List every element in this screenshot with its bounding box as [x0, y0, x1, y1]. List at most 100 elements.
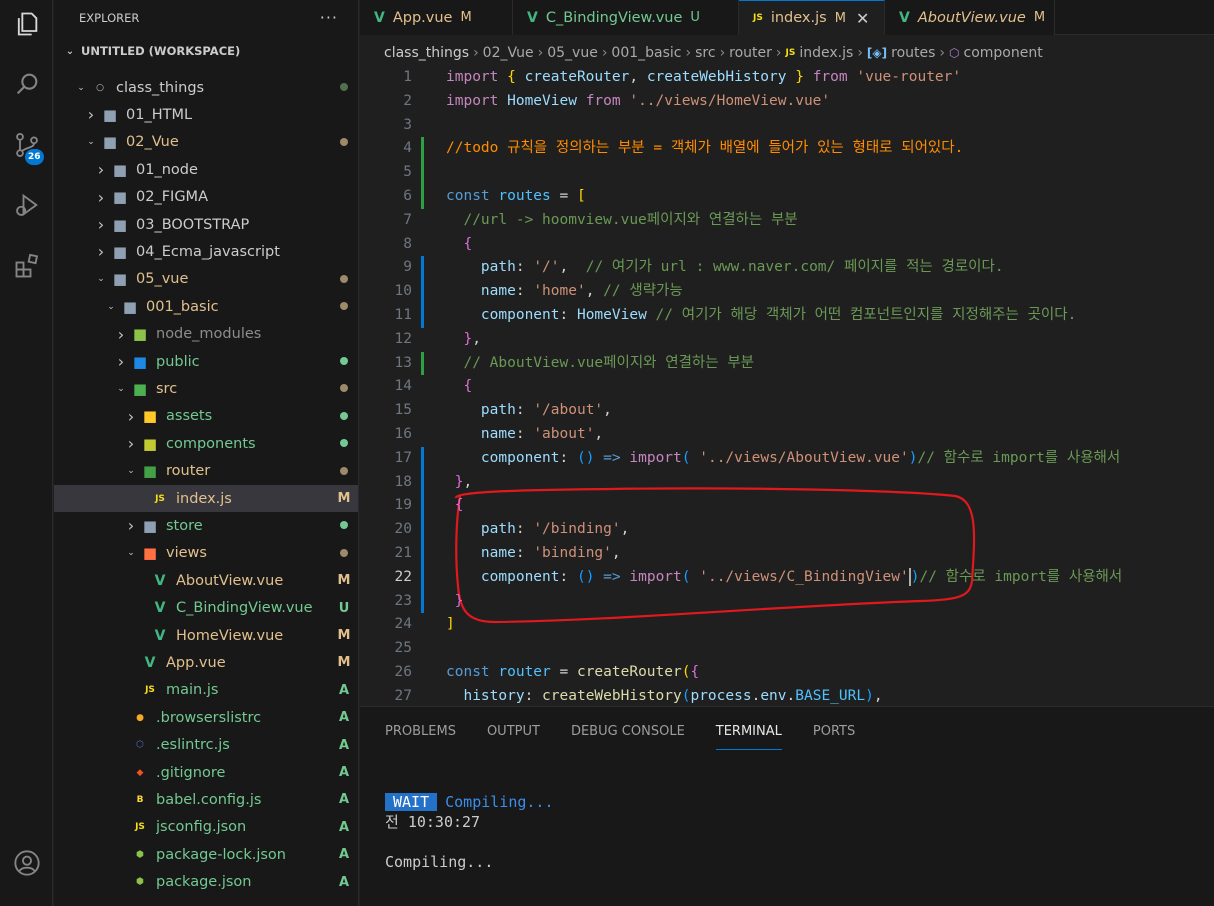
tree-item-babel-config-js[interactable]: Bbabel.config.js A [54, 786, 358, 813]
tree-item-03-bootstrap[interactable]: › ■ 03_BOOTSTRAP [54, 211, 358, 238]
breadcrumb-item[interactable]: 001_basic [611, 45, 681, 61]
more-actions-icon[interactable]: ··· [320, 8, 338, 27]
tree-item-browserslistrc[interactable]: ● .browserslistrc A [54, 704, 358, 731]
tree-item-jsconfig-json[interactable]: JS jsconfig.json A [54, 814, 358, 841]
tree-item-05-vue[interactable]: ⌄ ■ 05_vue [54, 266, 358, 293]
code-token: } [446, 592, 464, 609]
panel-tab-problems[interactable]: PROBLEMS [385, 710, 456, 752]
tab-git-status: M [1033, 10, 1046, 25]
code-token: } [446, 330, 473, 347]
code-token: , [463, 473, 473, 490]
breadcrumb-item[interactable]: 02_Vue [483, 45, 534, 61]
code-token: , [873, 687, 883, 704]
code-token: from [812, 69, 857, 85]
code-token: '../views/AboutView.vue' [699, 449, 909, 466]
tree-item-02-vue[interactable]: ⌄ ■ 02_Vue [54, 129, 358, 156]
tree-item-src[interactable]: ⌄ ■ src [54, 375, 358, 402]
tree-item-aboutview-vue[interactable]: V AboutView.vue M [54, 567, 358, 594]
gutter-change-marker [421, 518, 424, 542]
breadcrumb-item[interactable]: router [729, 45, 772, 61]
close-icon[interactable]: ✕ [856, 9, 869, 28]
workspace-header[interactable]: ⌄ UNTITLED (WORKSPACE) [54, 35, 358, 67]
panel-tab-output[interactable]: OUTPUT [487, 710, 540, 752]
tree-item-gitignore[interactable]: ◆ .gitignore A [54, 759, 358, 786]
tree-item-class-things[interactable]: ⌄ ○ class_things [54, 74, 358, 101]
tree-item-label: src [156, 380, 178, 397]
tree-item-node-modules[interactable]: › ■ node_modules [54, 321, 358, 348]
tab-aboutview-vue[interactable]: V AboutView.vue M [885, 0, 1055, 35]
terminal-time: 전 10:30:27 [385, 813, 481, 831]
tree-item-eslintrc-js[interactable]: ⬡ .eslintrc.js A [54, 732, 358, 759]
chevron-right-icon: › [127, 434, 135, 454]
tree-item-store[interactable]: › ■ store [54, 512, 358, 539]
code-token: [ [576, 188, 586, 204]
tree-item-01-html[interactable]: › ■ 01_HTML [54, 101, 358, 128]
code-token: : [515, 521, 534, 538]
git-status: M [337, 628, 351, 643]
browserslist-icon: ● [136, 712, 144, 723]
tree-item-package-json[interactable]: ⬢ package.json A [54, 869, 358, 896]
code-token: , [594, 426, 604, 442]
breadcrumb-item[interactable]: index.js [799, 45, 853, 61]
tree-item-router[interactable]: ⌄ ■ router [54, 458, 358, 485]
breadcrumb-item[interactable]: component [964, 45, 1043, 61]
tree-item-main-js[interactable]: JS main.js A [54, 677, 358, 704]
folder-icon: ■ [112, 215, 128, 234]
breadcrumb-item[interactable]: class_things [384, 45, 469, 61]
terminal-output[interactable]: WAIT Compiling... 전 10:30:27 Compiling... [385, 792, 554, 872]
git-status: U [338, 600, 350, 616]
assets-folder-icon: ■ [142, 407, 158, 426]
tree-item-assets[interactable]: › ■ assets [54, 403, 358, 430]
chevron-down-icon: ⌄ [107, 301, 115, 312]
account-icon[interactable] [0, 839, 53, 887]
tree-item-components[interactable]: › ■ components [54, 430, 358, 457]
tab-index-js[interactable]: JS index.js M ✕ [739, 0, 885, 35]
extensions-icon[interactable] [0, 242, 53, 290]
tree-item-app-vue[interactable]: V App.vue M [54, 649, 358, 676]
code-editor[interactable]: 1 import { createRouter, createWebHistory… [360, 66, 1214, 706]
code-text: component: () => import( '../views/About… [446, 447, 1120, 471]
code-token: . [786, 687, 796, 704]
search-icon[interactable] [0, 60, 53, 108]
panel-tab-terminal[interactable]: TERMINAL [715, 710, 783, 752]
code-line: 8 { [360, 233, 1214, 257]
explorer-icon[interactable] [0, 0, 53, 48]
tab-c-bindingview-vue[interactable]: V C_BindingView.vue U [513, 0, 739, 35]
tree-item-homeview-vue[interactable]: V HomeView.vue M [54, 622, 358, 649]
line-number: 22 [394, 568, 412, 585]
tree-item-02-figma[interactable]: › ■ 02_FIGMA [54, 184, 358, 211]
code-token: '../views/C_BindingView' [699, 568, 909, 585]
code-token: ] [446, 616, 455, 633]
breadcrumb-item[interactable]: routes [891, 45, 935, 61]
folder-icon: ■ [112, 188, 128, 207]
tree-item-package-lock-json[interactable]: ⬢ package-lock.json A [54, 841, 358, 868]
tree-item-001-basic[interactable]: ⌄ ■ 001_basic [54, 293, 358, 320]
tree-item-views[interactable]: ⌄ ■ views [54, 540, 358, 567]
code-token: : [559, 307, 577, 323]
code-token: = [559, 188, 577, 204]
code-token: 'vue-router' [856, 69, 962, 85]
tab-app-vue[interactable]: V App.vue M [360, 0, 513, 35]
breadcrumb-item[interactable]: src [695, 45, 715, 61]
line-number: 17 [394, 449, 412, 466]
tree-item-c-bindingview-vue[interactable]: V C_BindingView.vue U [54, 595, 358, 622]
tree-item-index-js[interactable]: JS index.js M [54, 485, 358, 512]
code-line: 20 path: '/binding', [360, 518, 1214, 542]
source-control-icon[interactable]: 26 [0, 121, 53, 169]
gutter-change-marker [421, 185, 424, 209]
panel-tab-debug-console[interactable]: DEBUG CONSOLE [571, 710, 685, 752]
run-debug-icon[interactable] [0, 181, 53, 229]
code-line: 1 import { createRouter, createWebHistory… [360, 66, 1214, 90]
code-token: 'binding' [533, 545, 612, 561]
code-text: name: 'binding', [446, 542, 621, 566]
code-token: createWebHistory [542, 687, 682, 704]
tree-item-01-node[interactable]: › ■ 01_node [54, 156, 358, 183]
code-text: import { createRouter, createWebHistory … [446, 66, 961, 90]
tree-item-04-ecma-javascript[interactable]: › ■ 04_Ecma_javascript [54, 238, 358, 265]
code-text: ] [446, 613, 455, 637]
line-number: 24 [394, 616, 412, 633]
source-control-badge: 26 [25, 149, 44, 165]
panel-tab-ports[interactable]: PORTS [813, 710, 855, 752]
tree-item-public[interactable]: › ■ public [54, 348, 358, 375]
breadcrumb-item[interactable]: 05_vue [547, 45, 598, 61]
